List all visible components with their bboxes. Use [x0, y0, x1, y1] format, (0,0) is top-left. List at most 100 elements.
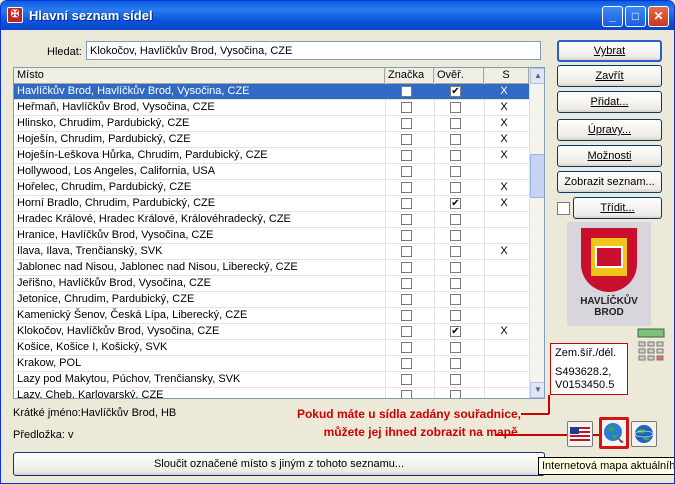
select-button[interactable]: Vybrat: [557, 40, 662, 62]
table-row[interactable]: Hollywood, Los Angeles, California, USA: [14, 164, 529, 180]
options-button[interactable]: Možnosti: [557, 145, 662, 167]
search-input[interactable]: [86, 41, 541, 60]
vertical-scrollbar[interactable]: ▲ ▼: [529, 68, 544, 398]
table-row[interactable]: Košice, Košice I, Košický, SVK: [14, 340, 529, 356]
scroll-down-icon[interactable]: ▼: [530, 382, 544, 398]
over-checkbox[interactable]: [450, 310, 461, 321]
znacka-checkbox[interactable]: [401, 166, 412, 177]
over-checkbox[interactable]: [450, 358, 461, 369]
places-grid[interactable]: Místo Značka Ověř. S Havlíčkův Brod, Hav…: [13, 67, 545, 399]
znacka-checkbox[interactable]: [401, 262, 412, 273]
table-row[interactable]: Jeřišno, Havlíčkův Brod, Vysočina, CZE: [14, 276, 529, 292]
table-row[interactable]: Hoješín, Chrudim, Pardubický, CZE X: [14, 132, 529, 148]
znacka-checkbox[interactable]: [401, 118, 412, 129]
znacka-checkbox[interactable]: [401, 342, 412, 353]
table-row[interactable]: Havlíčkův Brod, Havlíčkův Brod, Vysočina…: [14, 84, 529, 100]
table-row[interactable]: Ilava, Ilava, Trenčianský, SVK X: [14, 244, 529, 260]
source-flag: [498, 276, 510, 291]
over-checkbox[interactable]: [450, 150, 461, 161]
merge-button[interactable]: Sloučit označené místo s jiným z tohoto …: [13, 452, 545, 476]
column-header-over[interactable]: Ověř.: [434, 68, 484, 84]
globe-map-icon[interactable]: [599, 417, 629, 449]
over-checkbox[interactable]: [450, 118, 461, 129]
over-checkbox[interactable]: [450, 294, 461, 305]
close-button[interactable]: ✕: [648, 6, 669, 27]
table-row[interactable]: Horní Bradlo, Chrudim, Pardubický, CZE ✔ X: [14, 196, 529, 212]
over-checkbox[interactable]: [450, 182, 461, 193]
znacka-checkbox[interactable]: [401, 358, 412, 369]
znacka-checkbox[interactable]: [401, 246, 412, 257]
znacka-checkbox[interactable]: [401, 230, 412, 241]
table-row[interactable]: Heřmaň, Havlíčkův Brod, Vysočina, CZE X: [14, 100, 529, 116]
over-checkbox[interactable]: [450, 102, 461, 113]
close-dialog-button-label: Zavřít: [595, 70, 624, 82]
scroll-up-icon[interactable]: ▲: [530, 68, 544, 84]
over-checkbox[interactable]: ✔: [450, 198, 461, 209]
znacka-checkbox[interactable]: [401, 198, 412, 209]
scroll-thumb[interactable]: [530, 154, 544, 198]
place-name: Hranice, Havlíčkův Brod, Vysočina, CZE: [17, 229, 214, 241]
edit-button-label: Úpravy...: [587, 124, 632, 136]
table-row[interactable]: Jetonice, Chrudim, Pardubický, CZE: [14, 292, 529, 308]
znacka-checkbox[interactable]: [401, 294, 412, 305]
over-checkbox[interactable]: [450, 390, 461, 398]
table-row[interactable]: Krakow, POL: [14, 356, 529, 372]
minimize-button[interactable]: _: [602, 6, 623, 27]
over-checkbox[interactable]: [450, 214, 461, 225]
znacka-checkbox[interactable]: [401, 102, 412, 113]
column-header-s[interactable]: S: [484, 68, 529, 84]
internet-globe-icon[interactable]: [631, 421, 657, 447]
znacka-checkbox[interactable]: [401, 390, 412, 398]
table-row[interactable]: Hoješín-Leškova Hůrka, Chrudim, Pardubic…: [14, 148, 529, 164]
znacka-checkbox[interactable]: [401, 374, 412, 385]
add-button-label: Přidat...: [590, 96, 629, 108]
us-flag-icon[interactable]: [567, 421, 593, 447]
place-name: Košice, Košice I, Košický, SVK: [17, 341, 168, 353]
over-checkbox[interactable]: [450, 230, 461, 241]
title-bar[interactable]: ✠ Hlavní seznam sídel _ □ ✕: [1, 1, 674, 30]
table-row[interactable]: Kamenický Šenov, Česká Lípa, Liberecký, …: [14, 308, 529, 324]
sort-checkbox[interactable]: [557, 202, 570, 215]
over-checkbox[interactable]: [450, 246, 461, 257]
table-row[interactable]: Hořelec, Chrudim, Pardubický, CZE X: [14, 180, 529, 196]
main-window: ✠ Hlavní seznam sídel _ □ ✕ Hledat: Míst…: [0, 0, 675, 484]
calculator-icon[interactable]: [637, 328, 665, 364]
place-name: Hlinsko, Chrudim, Pardubický, CZE: [17, 117, 190, 129]
close-dialog-button[interactable]: Zavřít: [557, 65, 662, 87]
table-row[interactable]: Hranice, Havlíčkův Brod, Vysočina, CZE: [14, 228, 529, 244]
edit-button[interactable]: Úpravy...: [557, 119, 662, 141]
over-checkbox[interactable]: [450, 278, 461, 289]
znacka-checkbox[interactable]: [401, 214, 412, 225]
over-checkbox[interactable]: [450, 342, 461, 353]
table-row[interactable]: Jablonec nad Nisou, Jablonec nad Nisou, …: [14, 260, 529, 276]
table-row[interactable]: Lazy pod Makytou, Púchov, Trenčiansky, S…: [14, 372, 529, 388]
znacka-checkbox[interactable]: [401, 278, 412, 289]
source-flag: X: [500, 149, 508, 161]
over-checkbox[interactable]: [450, 374, 461, 385]
show-list-button[interactable]: Zobrazit seznam...: [557, 171, 662, 193]
coordinates-label: Zem.šíř./dél.: [555, 347, 617, 359]
znacka-checkbox[interactable]: [401, 182, 412, 193]
table-row[interactable]: Klokočov, Havlíčkův Brod, Vysočina, CZE ✔…: [14, 324, 529, 340]
window-title: Hlavní seznam sídel: [29, 8, 153, 23]
znacka-checkbox[interactable]: [401, 86, 412, 97]
znacka-checkbox[interactable]: [401, 150, 412, 161]
column-header-znacka[interactable]: Značka: [385, 68, 434, 84]
over-checkbox[interactable]: ✔: [450, 326, 461, 337]
over-checkbox[interactable]: [450, 262, 461, 273]
over-checkbox[interactable]: [450, 166, 461, 177]
column-header-name[interactable]: Místo: [14, 68, 385, 84]
maximize-button[interactable]: □: [625, 6, 646, 27]
sort-button[interactable]: Třídit...: [573, 197, 662, 219]
table-row[interactable]: Lazy, Cheb, Karlovarský, CZE: [14, 388, 529, 398]
znacka-checkbox[interactable]: [401, 326, 412, 337]
over-checkbox[interactable]: ✔: [450, 86, 461, 97]
add-button[interactable]: Přidat...: [557, 91, 662, 113]
over-checkbox[interactable]: [450, 134, 461, 145]
place-name: Hořelec, Chrudim, Pardubický, CZE: [17, 181, 192, 193]
table-row[interactable]: Hlinsko, Chrudim, Pardubický, CZE X: [14, 116, 529, 132]
table-row[interactable]: Hradec Králové, Hradec Králové, Královéh…: [14, 212, 529, 228]
znacka-checkbox[interactable]: [401, 134, 412, 145]
znacka-checkbox[interactable]: [401, 310, 412, 321]
app-icon[interactable]: ✠: [7, 7, 23, 23]
